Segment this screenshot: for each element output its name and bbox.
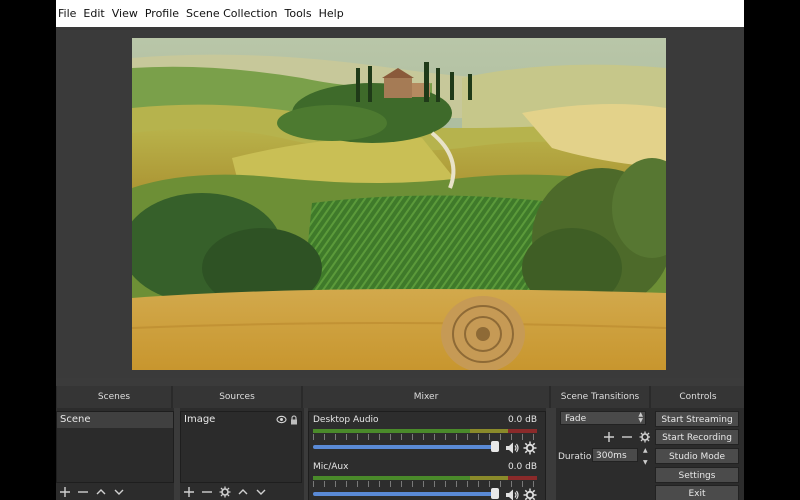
mixer-scroll-area: Desktop Audio 0.0 dB Mic/Aux 0.0 dB [308, 411, 546, 500]
add-source-icon[interactable] [182, 485, 196, 499]
channel-name: Mic/Aux [313, 462, 349, 472]
duration-input[interactable]: 300ms [592, 448, 638, 462]
sources-dock-title: Sources [172, 386, 302, 408]
transitions-toolbar [602, 430, 652, 444]
speaker-icon[interactable] [505, 487, 519, 500]
mixer-panel: Desktop Audio 0.0 dB Mic/Aux 0.0 dB [308, 408, 546, 500]
scene-item[interactable]: Scene [57, 412, 173, 428]
volume-slider-handle[interactable] [491, 488, 499, 499]
preview-canvas[interactable] [132, 38, 666, 370]
volume-meter [313, 429, 537, 433]
source-up-icon[interactable] [236, 485, 250, 499]
scenes-toolbar [58, 485, 126, 499]
channel-db: 0.0 dB [507, 415, 537, 425]
menu-profile[interactable]: Profile [143, 7, 182, 20]
controls-panel: Start Streaming Start Recording Studio M… [650, 408, 744, 500]
remove-source-icon[interactable] [200, 485, 214, 499]
mixer-channel-desktop-audio: Desktop Audio 0.0 dB [309, 415, 541, 461]
transition-select[interactable]: Fade ▲ ▼ [560, 411, 646, 425]
mixer-dock-title: Mixer [302, 386, 550, 408]
menu-edit[interactable]: Edit [81, 7, 107, 20]
source-item-label: Image [184, 414, 216, 425]
menu-view[interactable]: View [110, 7, 141, 20]
menu-file[interactable]: File [56, 7, 79, 20]
volume-slider-handle[interactable] [491, 441, 499, 452]
scenes-dock-title: Scenes [56, 386, 172, 408]
sources-toolbar [182, 485, 268, 499]
meter-ticks [313, 434, 537, 440]
source-down-icon[interactable] [254, 485, 268, 499]
preview-area [56, 27, 744, 378]
obs-window: File Edit View Profile Scene Collection … [56, 0, 744, 500]
landscape-image [132, 38, 666, 370]
channel-db: 0.0 dB [507, 462, 537, 472]
start-streaming-button[interactable]: Start Streaming [655, 411, 739, 427]
transitions-panel: Fade ▲ ▼ Duration 300ms ▲ ▼ [556, 408, 654, 500]
sources-panel: Image [180, 408, 304, 500]
volume-meter [313, 476, 537, 480]
channel-settings-gear-icon[interactable] [523, 487, 537, 500]
remove-transition-icon[interactable] [620, 430, 634, 444]
scene-down-icon[interactable] [112, 485, 126, 499]
scenes-panel: Scene [56, 408, 174, 500]
add-scene-icon[interactable] [58, 485, 72, 499]
source-properties-gear-icon[interactable] [218, 485, 232, 499]
duration-stepper-icon[interactable]: ▲ ▼ [643, 448, 648, 466]
mixer-channel-mic-aux: Mic/Aux 0.0 dB [309, 462, 541, 500]
volume-slider-track[interactable] [313, 492, 499, 496]
remove-scene-icon[interactable] [76, 485, 90, 499]
meter-ticks [313, 481, 537, 487]
add-transition-icon[interactable] [602, 430, 616, 444]
visibility-eye-icon[interactable] [276, 415, 287, 424]
scene-up-icon[interactable] [94, 485, 108, 499]
controls-dock-title: Controls [650, 386, 744, 408]
studio-mode-button[interactable]: Studio Mode [655, 448, 739, 464]
volume-slider-track[interactable] [313, 445, 499, 449]
start-recording-button[interactable]: Start Recording [655, 429, 739, 445]
sources-list[interactable]: Image [180, 411, 302, 483]
channel-name: Desktop Audio [313, 415, 379, 425]
channel-settings-gear-icon[interactable] [523, 440, 537, 455]
menu-scene-collection[interactable]: Scene Collection [184, 7, 280, 20]
exit-button[interactable]: Exit [655, 485, 739, 500]
menu-bar: File Edit View Profile Scene Collection … [56, 0, 744, 27]
duration-value: 300ms [596, 451, 627, 461]
source-item[interactable]: Image [181, 412, 301, 428]
dock-headers: Scenes Sources Mixer Scene Transitions C… [56, 386, 744, 408]
settings-button[interactable]: Settings [655, 467, 739, 483]
speaker-icon[interactable] [505, 440, 519, 454]
transition-selected: Fade [565, 414, 587, 424]
lock-icon[interactable] [290, 415, 298, 425]
transitions-dock-title: Scene Transitions [550, 386, 650, 408]
scenes-list[interactable]: Scene [56, 411, 174, 483]
menu-tools[interactable]: Tools [283, 7, 315, 20]
menu-help[interactable]: Help [317, 7, 347, 20]
select-arrows-icon: ▲ ▼ [638, 411, 643, 424]
